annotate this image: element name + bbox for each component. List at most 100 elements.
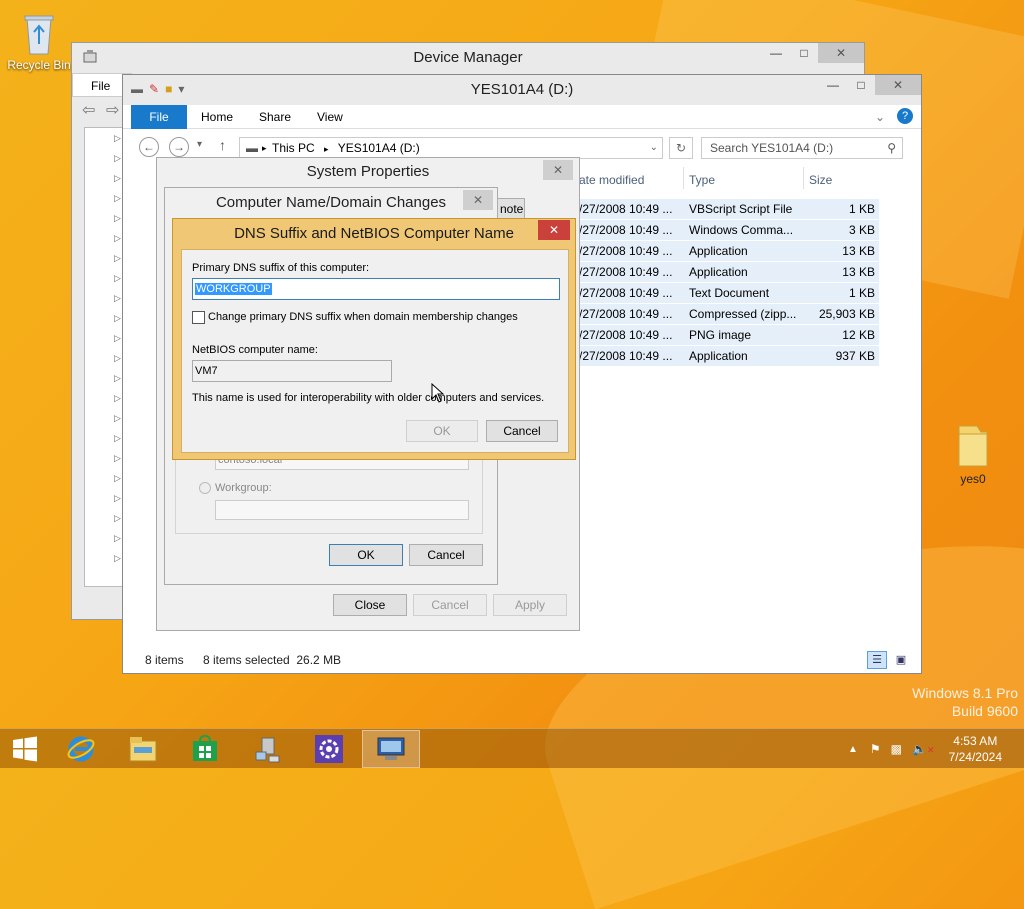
- expand-arrow-icon[interactable]: ▷: [114, 153, 121, 164]
- expand-arrow-icon[interactable]: ▷: [114, 533, 121, 544]
- details-view-icon[interactable]: ☰: [867, 651, 887, 669]
- address-dropdown-icon[interactable]: ⌄: [650, 138, 658, 158]
- taskbar-remote-desktop[interactable]: [362, 730, 420, 768]
- file-size: 13 KB: [842, 265, 875, 279]
- column-type[interactable]: Type: [689, 171, 715, 189]
- change-dns-suffix-checkbox[interactable]: [192, 311, 205, 324]
- tab-file[interactable]: File: [131, 105, 187, 129]
- remote-button-partial[interactable]: note: [497, 198, 525, 220]
- recent-locations-icon[interactable]: ▾: [197, 139, 202, 150]
- close-button[interactable]: ✕: [538, 220, 570, 240]
- expand-arrow-icon[interactable]: ▷: [114, 493, 121, 504]
- breadcrumb-this-pc[interactable]: This PC: [272, 141, 315, 155]
- desktop-icon-yes0[interactable]: yes0: [938, 420, 1008, 486]
- expand-arrow-icon[interactable]: ▷: [114, 453, 121, 464]
- address-bar[interactable]: ▬ ▸ This PC ▸ YES101A4 (D:) ⌄: [239, 137, 663, 159]
- search-input[interactable]: Search YES101A4 (D:) ⚲: [701, 137, 903, 159]
- minimize-button[interactable]: —: [819, 75, 847, 95]
- expand-arrow-icon[interactable]: ▷: [114, 393, 121, 404]
- expand-arrow-icon[interactable]: ▷: [114, 373, 121, 384]
- file-row[interactable]: /27/2008 10:49 ... Application 937 KB: [575, 346, 879, 367]
- file-row[interactable]: /27/2008 10:49 ... Application 13 KB: [575, 262, 879, 283]
- back-arrow-icon[interactable]: ⇦: [82, 100, 95, 120]
- file-row[interactable]: /27/2008 10:49 ... Application 13 KB: [575, 241, 879, 262]
- forward-button[interactable]: →: [169, 137, 189, 157]
- close-button[interactable]: ✕: [818, 43, 864, 63]
- taskbar-internet-explorer[interactable]: [52, 730, 110, 768]
- expand-arrow-icon[interactable]: ▷: [114, 173, 121, 184]
- expand-arrow-icon[interactable]: ▷: [114, 293, 121, 304]
- file-row[interactable]: /27/2008 10:49 ... Text Document 1 KB: [575, 283, 879, 304]
- column-divider[interactable]: [683, 167, 684, 189]
- expand-arrow-icon[interactable]: ▷: [114, 193, 121, 204]
- close-button[interactable]: ✕: [875, 75, 921, 95]
- expand-arrow-icon[interactable]: ▷: [114, 313, 121, 324]
- expand-arrow-icon[interactable]: ▷: [114, 513, 121, 524]
- file-row[interactable]: /27/2008 10:49 ... PNG image 12 KB: [575, 325, 879, 346]
- up-arrow-icon[interactable]: ↑: [219, 137, 226, 153]
- start-button[interactable]: [0, 730, 50, 768]
- change-dns-suffix-label[interactable]: Change primary DNS suffix when domain me…: [208, 311, 518, 323]
- expand-arrow-icon[interactable]: ▷: [114, 553, 121, 564]
- workgroup-field[interactable]: [215, 500, 469, 520]
- tab-view[interactable]: View: [317, 105, 343, 129]
- maximize-button[interactable]: □: [847, 75, 875, 95]
- expand-arrow-icon[interactable]: ▷: [114, 333, 121, 344]
- taskbar-network-setup[interactable]: [238, 730, 296, 768]
- expand-ribbon-icon[interactable]: ⌄: [875, 105, 885, 129]
- expand-arrow-icon[interactable]: ▷: [114, 413, 121, 424]
- help-icon[interactable]: ?: [897, 108, 913, 124]
- clock[interactable]: 4:53 AM 7/24/2024: [949, 733, 1002, 765]
- minimize-button[interactable]: —: [762, 43, 790, 63]
- taskbar-file-explorer[interactable]: [114, 730, 172, 768]
- expand-arrow-icon[interactable]: ▷: [114, 253, 121, 264]
- apply-button[interactable]: Apply: [493, 594, 567, 616]
- network-icon[interactable]: ▩: [891, 742, 902, 756]
- file-row[interactable]: /27/2008 10:49 ... Compressed (zipp... 25,…: [575, 304, 879, 325]
- ok-button[interactable]: OK: [406, 420, 478, 442]
- expand-arrow-icon[interactable]: ▷: [114, 213, 121, 224]
- desktop-icon-recycle-bin[interactable]: Recycle Bin: [4, 8, 74, 72]
- file-row[interactable]: /27/2008 10:49 ... Windows Comma... 3 KB: [575, 220, 879, 241]
- expand-arrow-icon[interactable]: ▷: [114, 273, 121, 284]
- taskbar-settings[interactable]: [300, 730, 358, 768]
- show-hidden-icons-icon[interactable]: ▲: [848, 744, 858, 755]
- breadcrumb-drive[interactable]: YES101A4 (D:): [338, 141, 420, 155]
- taskbar-store[interactable]: [176, 730, 234, 768]
- chevron-right-icon[interactable]: ▸: [262, 138, 267, 158]
- cancel-button[interactable]: Cancel: [409, 544, 483, 566]
- file-row[interactable]: /27/2008 10:49 ... VBScript Script File 1 …: [575, 199, 879, 220]
- cancel-button[interactable]: Cancel: [486, 420, 558, 442]
- expand-arrow-icon[interactable]: ▷: [114, 433, 121, 444]
- forward-arrow-icon[interactable]: ⇨: [106, 100, 119, 120]
- refresh-icon[interactable]: ↻: [669, 137, 693, 159]
- action-center-flag-icon[interactable]: ⚑: [870, 742, 881, 756]
- tab-home[interactable]: Home: [201, 105, 233, 129]
- workgroup-radio[interactable]: [199, 482, 211, 494]
- cancel-button[interactable]: Cancel: [413, 594, 487, 616]
- search-icon[interactable]: ⚲: [887, 138, 896, 158]
- close-button[interactable]: ✕: [543, 160, 573, 180]
- column-date-modified[interactable]: ate modified: [579, 171, 644, 189]
- column-size[interactable]: Size: [809, 171, 832, 189]
- volume-muted-icon[interactable]: 🔈✕: [912, 742, 935, 756]
- expand-arrow-icon[interactable]: ▷: [114, 473, 121, 484]
- expand-arrow-icon[interactable]: ▷: [114, 233, 121, 244]
- maximize-button[interactable]: □: [790, 43, 818, 63]
- expand-arrow-icon[interactable]: ▷: [114, 353, 121, 364]
- expand-arrow-icon[interactable]: ▷: [114, 133, 121, 144]
- new-folder-icon[interactable]: ■: [165, 82, 172, 96]
- tab-share[interactable]: Share: [259, 105, 291, 129]
- file-date: /27/2008 10:49 ...: [579, 349, 673, 363]
- close-button[interactable]: ✕: [463, 190, 493, 210]
- navigation-pane[interactable]: [131, 171, 159, 601]
- close-dialog-button[interactable]: Close: [333, 594, 407, 616]
- column-divider[interactable]: [803, 167, 804, 189]
- ok-button[interactable]: OK: [329, 544, 403, 566]
- customize-toolbar-icon[interactable]: ▾: [178, 82, 184, 96]
- chevron-right-icon[interactable]: ▸: [324, 144, 329, 154]
- large-icons-view-icon[interactable]: ▣: [891, 651, 911, 669]
- primary-dns-suffix-input[interactable]: WORKGROUP: [192, 278, 560, 300]
- properties-icon[interactable]: ✎: [149, 82, 159, 96]
- back-button[interactable]: ←: [139, 137, 159, 157]
